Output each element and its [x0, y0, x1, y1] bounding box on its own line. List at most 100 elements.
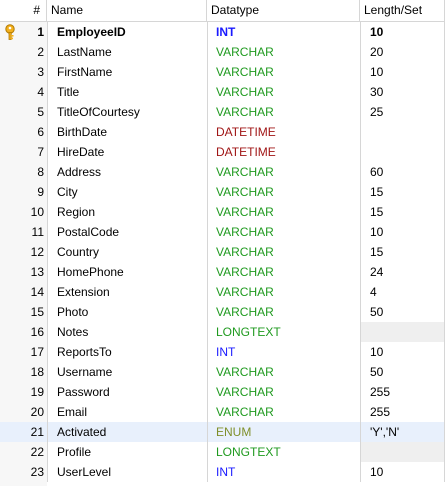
datatype-cell[interactable]: VARCHAR	[207, 262, 360, 282]
length-set-cell[interactable]: 60	[360, 162, 445, 182]
table-row[interactable]: 17 ReportsTo INT 10	[0, 342, 445, 362]
table-row[interactable]: 4 Title VARCHAR 30	[0, 82, 445, 102]
table-row[interactable]: 19 Password VARCHAR 255	[0, 382, 445, 402]
datatype-cell[interactable]: ENUM	[207, 422, 360, 442]
length-set-cell[interactable]: 10	[360, 222, 445, 242]
row-number: 8	[37, 165, 44, 179]
row-number: 14	[30, 285, 44, 299]
length-set-cell[interactable]: 255	[360, 382, 445, 402]
column-name-cell[interactable]: HomePhone	[47, 262, 207, 282]
datatype-cell[interactable]: VARCHAR	[207, 42, 360, 62]
datatype-cell[interactable]: INT	[207, 462, 360, 482]
datatype-cell[interactable]: INT	[207, 342, 360, 362]
table-row[interactable]: 1 EmployeeID INT 10	[0, 22, 445, 42]
column-name-cell[interactable]: UserLevel	[47, 462, 207, 482]
datatype-cell[interactable]: VARCHAR	[207, 282, 360, 302]
datatype-cell[interactable]: LONGTEXT	[207, 322, 360, 342]
table-row[interactable]: 18 Username VARCHAR 50	[0, 362, 445, 382]
length-set-cell[interactable]: 4	[360, 282, 445, 302]
table-row[interactable]: 20 Email VARCHAR 255	[0, 402, 445, 422]
length-set-cell[interactable]: 30	[360, 82, 445, 102]
table-row[interactable]: 11 PostalCode VARCHAR 10	[0, 222, 445, 242]
datatype-cell[interactable]: VARCHAR	[207, 182, 360, 202]
length-set-cell[interactable]: 50	[360, 362, 445, 382]
length-set-cell[interactable]: 10	[360, 22, 445, 42]
column-name-cell[interactable]: Profile	[47, 442, 207, 462]
length-set-cell[interactable]: 24	[360, 262, 445, 282]
datatype-cell[interactable]: VARCHAR	[207, 162, 360, 182]
length-set-cell[interactable]	[360, 122, 445, 142]
column-name-cell[interactable]: Title	[47, 82, 207, 102]
column-name-cell[interactable]: LastName	[47, 42, 207, 62]
column-name-cell[interactable]: EmployeeID	[47, 22, 207, 42]
length-set-cell[interactable]	[360, 142, 445, 162]
header-name[interactable]: Name	[47, 0, 207, 21]
datatype-cell[interactable]: VARCHAR	[207, 82, 360, 102]
column-name-cell[interactable]: BirthDate	[47, 122, 207, 142]
table-row[interactable]: 2 LastName VARCHAR 20	[0, 42, 445, 62]
column-name-cell[interactable]: Country	[47, 242, 207, 262]
datatype-cell[interactable]: VARCHAR	[207, 302, 360, 322]
table-row[interactable]: 9 City VARCHAR 15	[0, 182, 445, 202]
datatype-cell[interactable]: INT	[207, 22, 360, 42]
row-key-cell	[0, 262, 20, 282]
datatype-cell[interactable]: VARCHAR	[207, 102, 360, 122]
length-set-cell[interactable]: 15	[360, 202, 445, 222]
datatype-cell[interactable]: DATETIME	[207, 142, 360, 162]
length-set-cell[interactable]: 10	[360, 462, 445, 482]
length-set-cell[interactable]: 15	[360, 242, 445, 262]
length-set-cell[interactable]: 20	[360, 42, 445, 62]
length-set-cell[interactable]: 'Y','N'	[360, 422, 445, 442]
table-row[interactable]: 10 Region VARCHAR 15	[0, 202, 445, 222]
header-length[interactable]: Length/Set	[360, 0, 445, 21]
column-name-cell[interactable]: HireDate	[47, 142, 207, 162]
column-name-cell[interactable]: Region	[47, 202, 207, 222]
table-row[interactable]: 16 Notes LONGTEXT	[0, 322, 445, 342]
column-name-cell[interactable]: Photo	[47, 302, 207, 322]
header-datatype[interactable]: Datatype	[207, 0, 360, 21]
column-name-cell[interactable]: ReportsTo	[47, 342, 207, 362]
length-set-cell[interactable]: 255	[360, 402, 445, 422]
datatype-cell[interactable]: VARCHAR	[207, 62, 360, 82]
table-row[interactable]: 5 TitleOfCourtesy VARCHAR 25	[0, 102, 445, 122]
datatype-cell[interactable]: LONGTEXT	[207, 442, 360, 462]
length-set-cell[interactable]: 50	[360, 302, 445, 322]
length-set-cell[interactable]: 10	[360, 62, 445, 82]
column-name-cell[interactable]: FirstName	[47, 62, 207, 82]
table-row[interactable]: 23 UserLevel INT 10	[0, 462, 445, 482]
row-key-cell	[0, 42, 20, 62]
datatype-cell[interactable]: VARCHAR	[207, 242, 360, 262]
column-name-cell[interactable]: TitleOfCourtesy	[47, 102, 207, 122]
length-set-cell[interactable]: 25	[360, 102, 445, 122]
row-key-cell	[0, 382, 20, 402]
table-row[interactable]: 21 Activated ENUM 'Y','N'	[0, 422, 445, 442]
column-name-cell[interactable]: Activated	[47, 422, 207, 442]
length-set-cell[interactable]: 15	[360, 182, 445, 202]
table-row[interactable]: 13 HomePhone VARCHAR 24	[0, 262, 445, 282]
column-name-cell[interactable]: Email	[47, 402, 207, 422]
column-name-cell[interactable]: Notes	[47, 322, 207, 342]
datatype-cell[interactable]: VARCHAR	[207, 222, 360, 242]
header-num[interactable]: #	[0, 0, 47, 21]
column-name-cell[interactable]: PostalCode	[47, 222, 207, 242]
column-name-cell[interactable]: Password	[47, 382, 207, 402]
column-name-cell[interactable]: Address	[47, 162, 207, 182]
table-row[interactable]: 8 Address VARCHAR 60	[0, 162, 445, 182]
row-key-cell	[0, 242, 20, 262]
column-name-cell[interactable]: Extension	[47, 282, 207, 302]
table-row[interactable]: 3 FirstName VARCHAR 10	[0, 62, 445, 82]
datatype-cell[interactable]: VARCHAR	[207, 382, 360, 402]
datatype-cell[interactable]: VARCHAR	[207, 202, 360, 222]
table-row[interactable]: 12 Country VARCHAR 15	[0, 242, 445, 262]
table-row[interactable]: 14 Extension VARCHAR 4	[0, 282, 445, 302]
datatype-cell[interactable]: VARCHAR	[207, 362, 360, 382]
column-name-cell[interactable]: Username	[47, 362, 207, 382]
table-row[interactable]: 22 Profile LONGTEXT	[0, 442, 445, 462]
table-row[interactable]: 6 BirthDate DATETIME	[0, 122, 445, 142]
datatype-cell[interactable]: VARCHAR	[207, 402, 360, 422]
table-row[interactable]: 7 HireDate DATETIME	[0, 142, 445, 162]
length-set-cell[interactable]: 10	[360, 342, 445, 362]
datatype-cell[interactable]: DATETIME	[207, 122, 360, 142]
column-name-cell[interactable]: City	[47, 182, 207, 202]
table-row[interactable]: 15 Photo VARCHAR 50	[0, 302, 445, 322]
